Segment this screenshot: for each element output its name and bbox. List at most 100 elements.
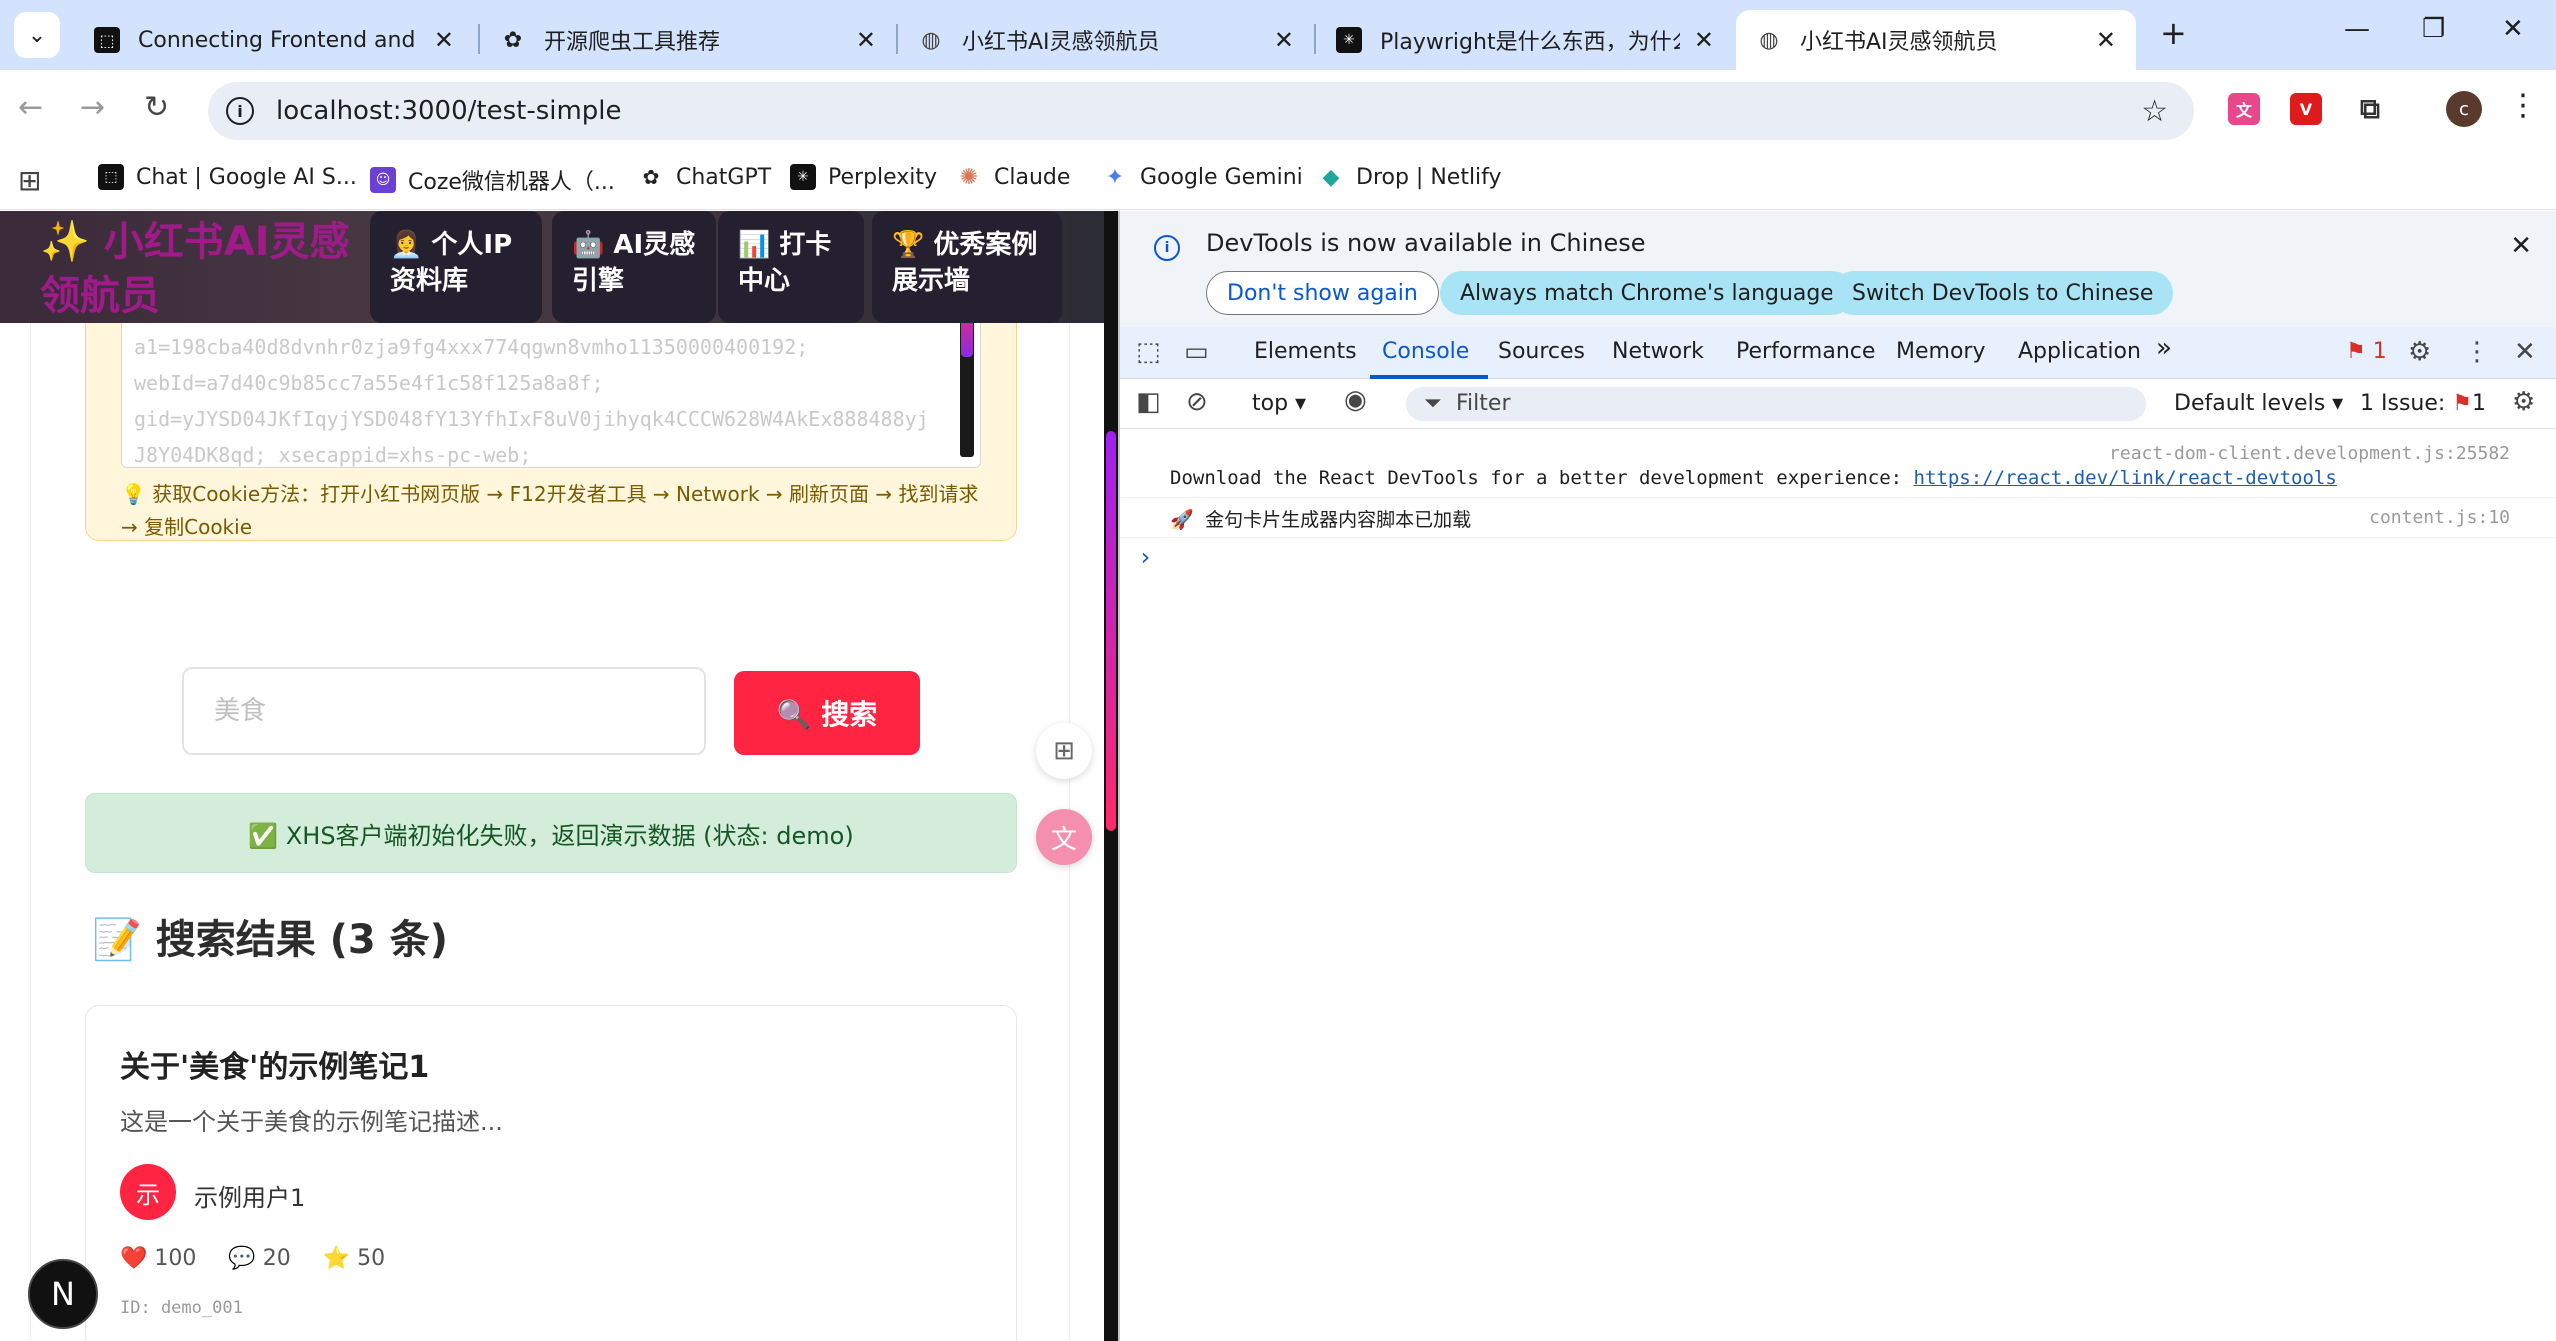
nav-ai-engine[interactable]: 🤖 AI灵感引擎 <box>552 211 716 323</box>
tab-sources[interactable]: Sources <box>1498 339 1585 364</box>
console-filter-input[interactable]: ⏷ Filter <box>1406 387 2146 421</box>
restore-icon[interactable]: ❐ <box>2422 14 2445 44</box>
device-toolbar-icon[interactable]: ▭ <box>1184 337 1209 367</box>
bookmark-chat-google[interactable]: ⬚ Chat | Google AI S... <box>98 164 357 190</box>
note-title[interactable]: 关于'美食'的示例笔记1 <box>120 1042 429 1086</box>
inspect-element-icon[interactable]: ⬚ <box>1136 337 1161 367</box>
console-source-link[interactable]: content.js:10 <box>2369 507 2510 528</box>
console-source-link[interactable]: react-dom-client.development.js:25582 <box>2109 443 2510 464</box>
tab-elements[interactable]: Elements <box>1254 339 1357 364</box>
more-tabs-icon[interactable]: » <box>2156 333 2172 363</box>
url-text[interactable]: localhost:3000/test-simple <box>276 96 622 126</box>
gemini-icon: ✦ <box>1105 164 1125 190</box>
back-arrow-icon[interactable]: ← <box>18 90 43 125</box>
tab-search-chevron-icon[interactable]: ⌄ <box>14 12 60 58</box>
error-badge[interactable]: ⚑ 1 <box>2346 339 2387 364</box>
log-levels-dropdown[interactable]: Default levels ▾ <box>2174 391 2343 416</box>
bookmark-netlify[interactable]: ◆ Drop | Netlify <box>1318 164 1502 190</box>
reload-icon[interactable]: ↻ <box>144 90 169 125</box>
result-card[interactable]: 关于'美食'的示例笔记1 这是一个关于美食的示例笔记描述... 示 示例用户1 … <box>85 1005 1017 1341</box>
dont-show-again-button[interactable]: Don't show again <box>1206 271 1439 315</box>
tab-strip: ⌄ ⬚ Connecting Frontend and Ba ✕ ✿ 开源爬虫工… <box>0 0 2556 70</box>
bookmark-coze[interactable]: ☺ Coze微信机器人（... <box>370 164 615 196</box>
bookmark-label: Coze微信机器人（... <box>408 170 615 195</box>
extensions-puzzle-icon[interactable]: ⧉ <box>2354 92 2386 125</box>
tab-xhs-navigator-active[interactable]: ◍ 小红书AI灵感领航员 ✕ <box>1736 10 2136 70</box>
note-id: ID: demo_001 <box>120 1298 243 1318</box>
close-icon[interactable]: ✕ <box>2096 26 2116 54</box>
tab-xhs-navigator-1[interactable]: ◍ 小红书AI灵感领航员 ✕ <box>898 10 1314 70</box>
tab-title: 小红书AI灵感领航员 <box>962 30 1160 55</box>
close-icon[interactable]: ✕ <box>1274 26 1294 54</box>
apps-grid-icon[interactable]: ⊞ <box>18 164 41 197</box>
translate-float-icon[interactable]: 文 <box>1036 809 1092 865</box>
bookmark-star-icon[interactable]: ☆ <box>2141 94 2168 129</box>
status-banner: ✅ XHS客户端初始化失败，返回演示数据 (状态: demo) <box>85 793 1017 873</box>
clear-console-icon[interactable]: ⊘ <box>1186 387 1208 417</box>
profile-avatar[interactable]: c <box>2446 91 2482 127</box>
issues-count: 1 <box>2472 391 2487 416</box>
tab-playwright[interactable]: ✳ Playwright是什么东西，为什么 ✕ <box>1316 10 1734 70</box>
sidebar-toggle-icon[interactable]: ◧ <box>1136 387 1161 417</box>
qr-grid-icon[interactable]: ⊞ <box>1036 723 1092 779</box>
match-language-button[interactable]: Always match Chrome's language <box>1440 271 1854 315</box>
bookmark-chatgpt[interactable]: ✿ ChatGPT <box>638 164 772 190</box>
eye-icon[interactable]: ◉ <box>1344 385 1367 415</box>
stars-count: ⭐ 50 <box>322 1246 386 1271</box>
browser-toolbar: ← → ↻ i localhost:3000/test-simple ☆ 文 V… <box>0 70 2556 150</box>
tab-performance[interactable]: Performance <box>1736 339 1875 364</box>
context-selector[interactable]: top ▾ <box>1252 391 1306 416</box>
bookmark-claude[interactable]: ✺ Claude <box>956 164 1071 190</box>
cursor-icon: ⬚ <box>98 164 124 190</box>
search-input[interactable]: 美食 <box>182 667 706 755</box>
results-heading: 📝 搜索结果 (3 条) <box>92 917 448 963</box>
openai-icon: ✿ <box>503 27 523 53</box>
v-extension-icon[interactable]: V <box>2290 93 2322 125</box>
bookmark-gemini[interactable]: ✦ Google Gemini <box>1102 164 1303 190</box>
nav-checkin-center[interactable]: 📊 打卡中心 <box>718 211 864 323</box>
close-icon[interactable]: ✕ <box>1694 26 1714 54</box>
close-icon[interactable]: ✕ <box>856 26 876 54</box>
cursor-icon: ⬚ <box>94 27 120 53</box>
close-icon[interactable]: ✕ <box>2510 231 2532 261</box>
console-prompt[interactable]: › <box>1138 543 1152 571</box>
react-devtools-link[interactable]: https://react.dev/link/react-devtools <box>1914 467 2337 489</box>
close-icon[interactable]: ✕ <box>434 26 454 54</box>
language-infobar: i DevTools is now available in Chinese ✕… <box>1120 211 2556 327</box>
devtools-menu-icon[interactable]: ⋮ <box>2464 337 2490 367</box>
switch-to-chinese-button[interactable]: Switch DevTools to Chinese <box>1832 271 2174 315</box>
tab-console[interactable]: Console <box>1382 339 1469 364</box>
author-name: 示例用户1 <box>194 1184 306 1212</box>
site-info-icon[interactable]: i <box>226 97 254 125</box>
chrome-menu-icon[interactable]: ⋮ <box>2508 88 2538 123</box>
devtools-panel: i DevTools is now available in Chinese ✕… <box>1118 211 2556 1341</box>
minimize-icon[interactable]: — <box>2344 14 2370 44</box>
console-settings-gear-icon[interactable]: ⚙ <box>2512 387 2535 417</box>
page-scrollbar[interactable] <box>1104 211 1118 1341</box>
settings-gear-icon[interactable]: ⚙ <box>2408 337 2431 367</box>
nextjs-badge-icon[interactable]: N <box>28 1259 98 1329</box>
app-header: ✨ 小红书AI灵感领航员 👩‍💼 个人IP资料库 🤖 AI灵感引擎 📊 打卡中心… <box>0 211 1118 323</box>
tab-crawler-tools[interactable]: ✿ 开源爬虫工具推荐 ✕ <box>480 10 896 70</box>
window-close-icon[interactable]: ✕ <box>2502 14 2524 44</box>
tab-memory[interactable]: Memory <box>1896 339 1985 364</box>
filter-placeholder: Filter <box>1456 391 1511 416</box>
nav-ip-library[interactable]: 👩‍💼 个人IP资料库 <box>370 211 542 323</box>
forward-arrow-icon[interactable]: → <box>80 90 105 125</box>
close-devtools-icon[interactable]: ✕ <box>2514 337 2536 367</box>
infobar-message: DevTools is now available in Chinese <box>1206 229 1646 257</box>
issues-button[interactable]: 1 Issue: ⚑1 <box>2360 391 2486 416</box>
tab-title: 开源爬虫工具推荐 <box>544 30 721 55</box>
nav-showcase-wall[interactable]: 🏆 优秀案例展示墙 <box>872 211 1062 323</box>
console-divider <box>1120 537 2556 538</box>
tab-connecting-frontend[interactable]: ⬚ Connecting Frontend and Ba ✕ <box>74 10 474 70</box>
console-toolbar: ◧ ⊘ top ▾ ◉ ⏷ Filter Default levels ▾ 1 … <box>1120 379 2556 429</box>
bookmark-perplexity[interactable]: ✳ Perplexity <box>790 164 937 190</box>
scroll-thumb[interactable] <box>1106 431 1116 831</box>
translate-extension-icon[interactable]: 文 <box>2228 93 2260 125</box>
tab-application[interactable]: Application <box>2018 339 2141 364</box>
new-tab-button[interactable]: + <box>2160 14 2187 52</box>
address-bar[interactable]: i localhost:3000/test-simple ☆ <box>208 82 2194 140</box>
tab-network[interactable]: Network <box>1612 339 1704 364</box>
search-button[interactable]: 🔍 搜索 <box>734 671 920 755</box>
